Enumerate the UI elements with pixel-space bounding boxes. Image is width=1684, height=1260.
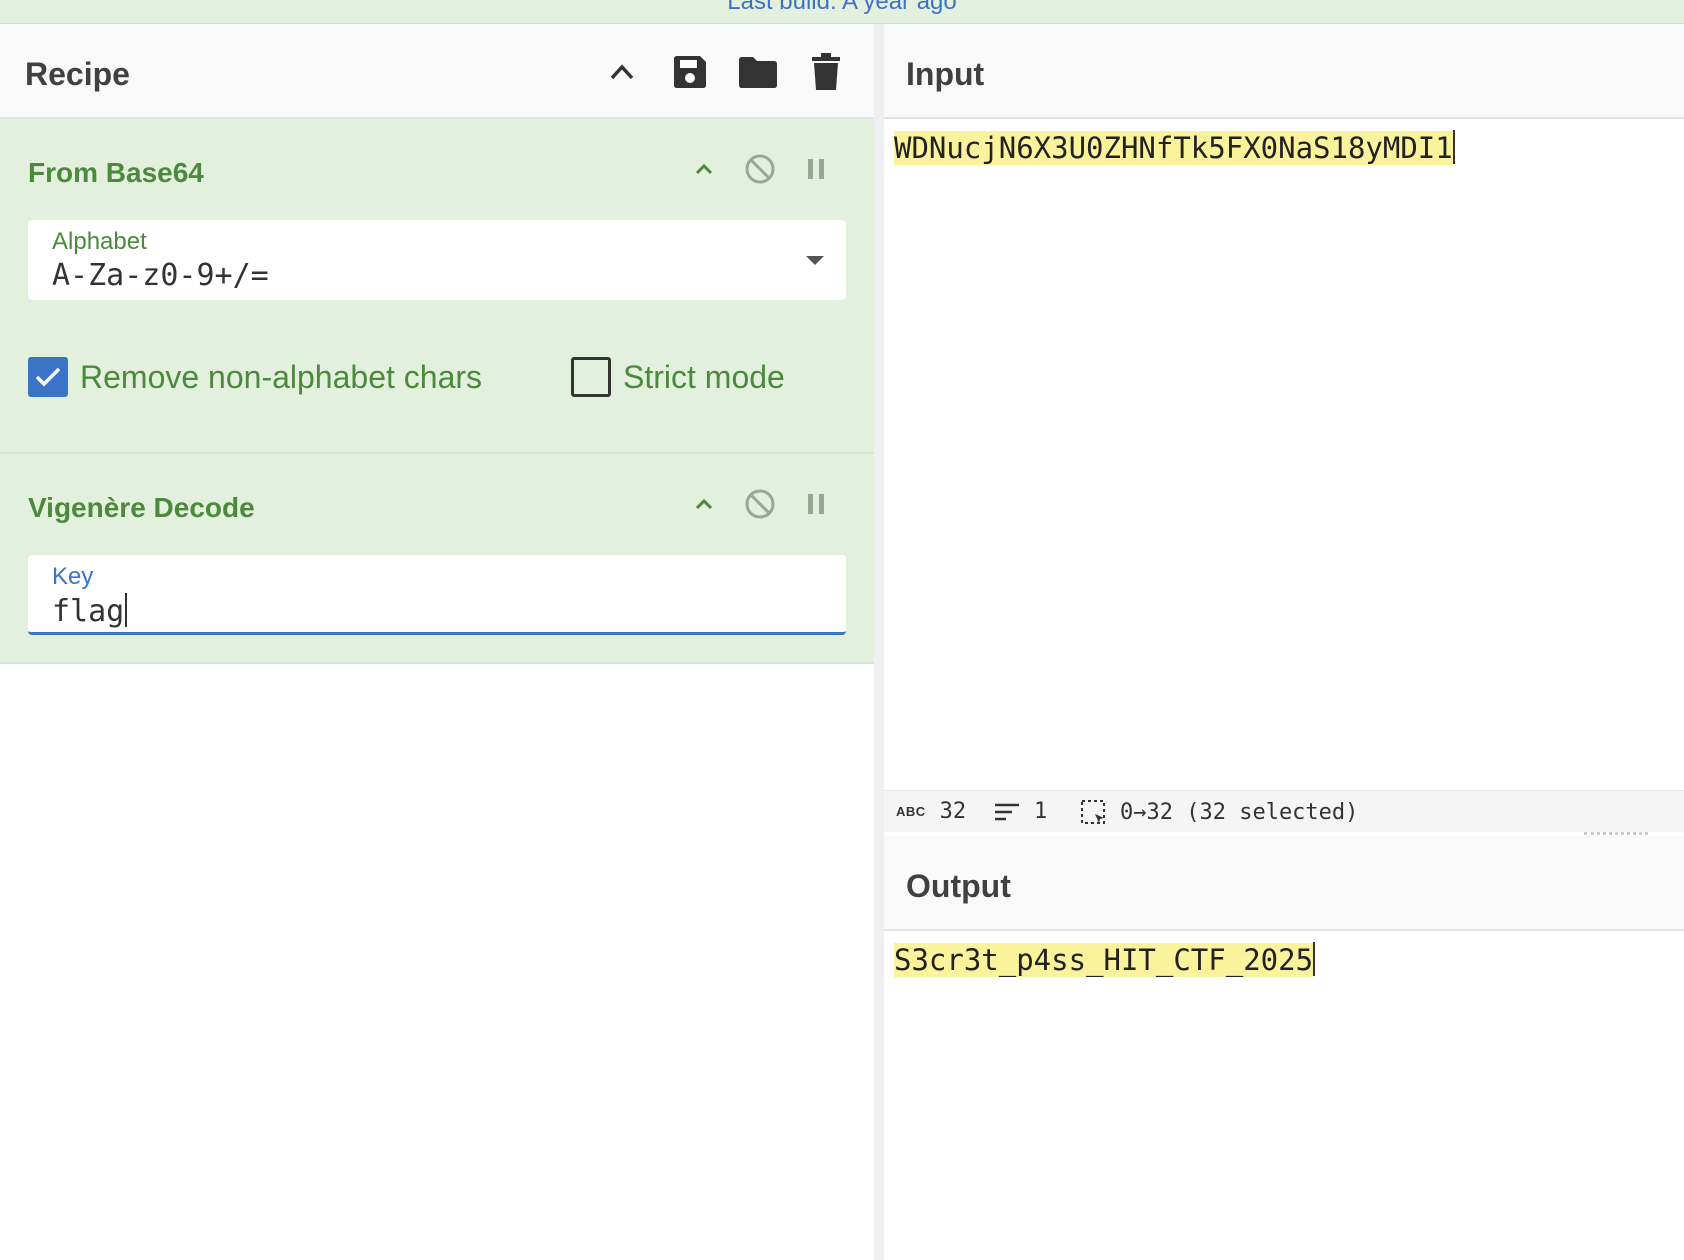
disable-operation-button[interactable] [740, 484, 780, 524]
save-icon [674, 56, 706, 88]
operation-vigenere-decode[interactable]: Vigenère Decode Key flag [0, 454, 874, 664]
minimise-operation-button[interactable] [684, 149, 724, 189]
operation-title: Vigenère Decode [28, 492, 255, 523]
selection-stat: 0→32 (32 selected) [1080, 799, 1358, 825]
key-value: flag [52, 593, 128, 629]
chevron-up-icon [695, 163, 713, 175]
input-status-bar: ABC 32 1 0→32 (32 selected) [884, 790, 1684, 832]
trash-icon [812, 53, 840, 90]
chevron-up-icon [610, 64, 634, 80]
collapse-all-button[interactable] [600, 50, 644, 94]
text-caret [1452, 130, 1455, 164]
key-label: Key [52, 563, 94, 590]
remove-non-alphabet-checkbox[interactable]: Remove non-alphabet chars [28, 357, 482, 397]
output-panel: Output S3cr3t_p4ss_HIT_CTF_2025 [884, 836, 1684, 1260]
lines-icon [994, 802, 1020, 822]
pause-icon [808, 494, 824, 514]
input-panel: Input WDNucjN6X3U0ZHNfTk5FX0NaS18yMDI1 [884, 24, 1684, 836]
input-header: Input [884, 24, 1684, 119]
strict-mode-label: Strict mode [623, 358, 785, 395]
clear-recipe-button[interactable] [804, 50, 848, 94]
chevron-up-icon [695, 498, 713, 510]
recipe-title: Recipe [25, 56, 130, 92]
folder-icon [739, 57, 777, 88]
load-recipe-button[interactable] [736, 50, 780, 94]
checkbox-checked-icon[interactable] [28, 357, 68, 397]
pause-operation-button[interactable] [796, 484, 836, 524]
recipe-panel: Recipe From Base64 Alphabet A-Za-z0-9+/= [0, 24, 874, 1260]
recipe-header: Recipe [0, 24, 874, 119]
remove-non-alphabet-label: Remove non-alphabet chars [80, 358, 483, 395]
disable-icon [745, 489, 775, 519]
length-stat: ABC 32 [896, 799, 966, 824]
selection-value: 0→32 (32 selected) [1120, 799, 1359, 825]
operation-title: From Base64 [28, 157, 204, 188]
last-build-text: Last build: A year ago [727, 0, 957, 15]
alphabet-select[interactable]: Alphabet A-Za-z0-9+/= [28, 220, 846, 300]
selection-icon [1080, 799, 1106, 825]
output-header: Output [884, 836, 1684, 931]
disable-icon [745, 154, 775, 184]
minimise-operation-button[interactable] [684, 484, 724, 524]
lines-stat: 1 [994, 799, 1047, 824]
build-info-bar: Last build: A year ago [0, 0, 1684, 24]
lines-value: 1 [1034, 799, 1048, 824]
key-text: flag [52, 594, 125, 629]
abc-icon: ABC [896, 804, 926, 819]
disable-operation-button[interactable] [740, 149, 780, 189]
strict-mode-checkbox[interactable]: Strict mode [571, 357, 785, 397]
text-caret [125, 593, 128, 627]
operation-from-base64[interactable]: From Base64 Alphabet A-Za-z0-9+/= Remove… [0, 119, 874, 454]
input-title: Input [906, 56, 985, 92]
dropdown-arrow-icon[interactable] [806, 256, 824, 265]
length-value: 32 [939, 799, 967, 824]
text-caret [1313, 942, 1316, 976]
input-textarea[interactable]: WDNucjN6X3U0ZHNfTk5FX0NaS18yMDI1 [894, 130, 1455, 165]
key-input[interactable]: Key flag [28, 555, 846, 635]
panel-resize-divider[interactable] [874, 24, 884, 1260]
output-textarea[interactable]: S3cr3t_p4ss_HIT_CTF_2025 [894, 942, 1316, 977]
alphabet-label: Alphabet [52, 228, 147, 255]
pause-icon [808, 159, 824, 179]
save-recipe-button[interactable] [668, 50, 712, 94]
alphabet-value: A-Za-z0-9+/= [52, 258, 269, 293]
input-text: WDNucjN6X3U0ZHNfTk5FX0NaS18yMDI1 [894, 131, 1453, 165]
checkbox-unchecked-icon[interactable] [571, 357, 611, 397]
output-text: S3cr3t_p4ss_HIT_CTF_2025 [894, 943, 1314, 977]
pause-operation-button[interactable] [796, 149, 836, 189]
output-title: Output [906, 868, 1011, 904]
